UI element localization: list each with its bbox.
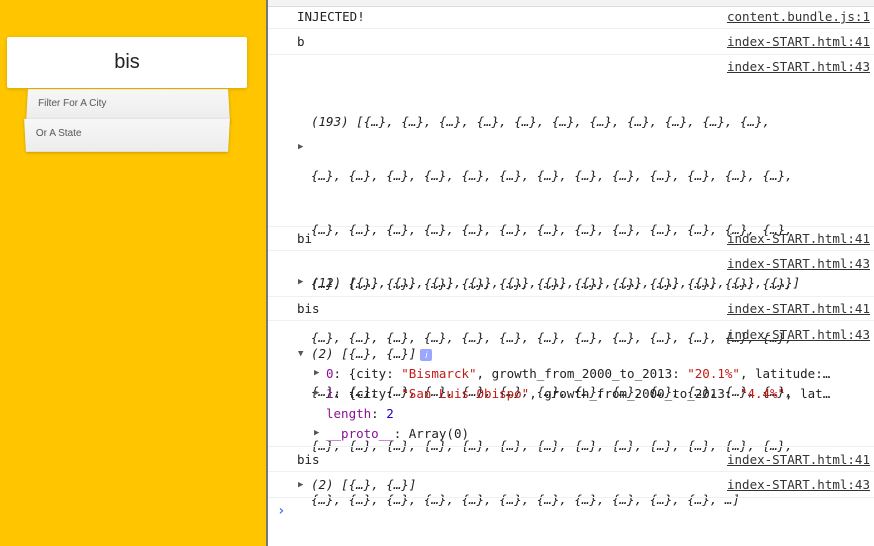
item-city: "San Luis Obispo" (401, 386, 530, 401)
item-text: , lat… (785, 386, 831, 401)
expand-arrow-icon[interactable]: ▶ (298, 277, 303, 287)
item-text: : {city: (333, 366, 402, 381)
console-message: bis index-START.html:41 (268, 297, 874, 321)
array-line: {…}, {…}, {…}, {…}, {…}, {…}, {…}, {…}, … (311, 168, 793, 183)
array-line: (193) [{…}, {…}, {…}, {…}, {…}, {…}, {…}… (311, 114, 771, 129)
console-message: index-START.html:43 ▶ (193) [{…}, {…}, {… (268, 55, 874, 507)
source-link[interactable]: index-START.html:43 (727, 256, 870, 271)
item-text: , growth_from_2000_to_2013: (529, 386, 740, 401)
message-text: bis (297, 452, 320, 467)
item-text: , growth_from_2000_to_2013: (476, 366, 688, 381)
array-preview[interactable]: (2) [{…}, {…}] (311, 477, 416, 492)
source-link[interactable]: content.bundle.js:1 (727, 9, 870, 24)
source-link[interactable]: index-START.html:41 (727, 34, 870, 49)
expand-arrow-icon[interactable]: ▶ (314, 388, 319, 398)
console-message: index-START.html:43 ▶ (12) [{…}, {…}, {…… (268, 251, 874, 297)
length-key: length (326, 406, 372, 421)
search-input[interactable] (7, 37, 247, 88)
message-text: bis (297, 301, 320, 316)
collapse-arrow-icon[interactable]: ▼ (298, 349, 303, 359)
source-link[interactable]: index-START.html:43 (727, 477, 870, 492)
source-link[interactable]: index-START.html:41 (727, 231, 870, 246)
length-value: 2 (386, 406, 394, 421)
suggestion-item[interactable]: Or A State (24, 118, 230, 152)
message-text: b (297, 34, 305, 49)
console-message: index-START.html:43 ▶ (2) [{…}, {…}] (268, 472, 874, 498)
source-link[interactable]: index-START.html:43 (727, 59, 870, 74)
console-prompt[interactable]: › (277, 503, 285, 519)
item-key: 0 (326, 366, 334, 381)
source-link[interactable]: index-START.html:43 (727, 327, 870, 342)
array-proto[interactable]: __proto__: Array(0) (326, 426, 469, 441)
source-link[interactable]: index-START.html:41 (727, 301, 870, 316)
message-text: INJECTED! (297, 9, 365, 24)
proto-key: __proto__ (326, 426, 394, 441)
expand-arrow-icon[interactable]: ▶ (298, 142, 303, 152)
array-preview[interactable]: (2) [{…}, {…}] i (311, 346, 433, 361)
array-preview[interactable]: (12) [{…}, {…}, {…}, {…}, {…}, {…}, {…},… (311, 275, 800, 290)
console-message: bis index-START.html:41 (268, 447, 874, 472)
item-key: 1 (326, 386, 334, 401)
suggestion-item[interactable]: Filter For A City (26, 89, 230, 123)
item-text: , latitude:… (739, 366, 831, 381)
console-message: index-START.html:43 ▼ (2) [{…}, {…}] i ▶ … (268, 321, 874, 447)
info-icon[interactable]: i (420, 348, 433, 361)
console-message: bi index-START.html:41 (268, 227, 874, 251)
devtools-console: INJECTED! content.bundle.js:1 b index-ST… (268, 0, 874, 546)
expand-arrow-icon[interactable]: ▶ (298, 480, 303, 490)
item-growth: "20.1%" (687, 366, 740, 381)
expand-arrow-icon[interactable]: ▶ (314, 428, 319, 438)
expand-arrow-icon[interactable]: ▶ (314, 368, 319, 378)
source-link[interactable]: index-START.html:41 (727, 452, 870, 467)
item-city: "Bismarck" (401, 366, 477, 381)
item-growth: "4.4%" (739, 386, 786, 401)
array-item-0[interactable]: 0: {city: "Bismarck", growth_from_2000_t… (326, 366, 830, 381)
console-message: INJECTED! content.bundle.js:1 (268, 6, 874, 29)
array-length: length: 2 (326, 406, 394, 421)
console-message: b index-START.html:41 (268, 29, 874, 55)
proto-value: : Array(0) (393, 426, 469, 441)
array-item-1[interactable]: 1: {city: "San Luis Obispo", growth_from… (326, 386, 830, 401)
item-text: : {city: (333, 386, 402, 401)
app-panel: Filter For A City Or A State (0, 0, 266, 546)
message-text: bi (297, 231, 313, 246)
array-summary: (2) [{…}, {…}] (311, 346, 417, 361)
